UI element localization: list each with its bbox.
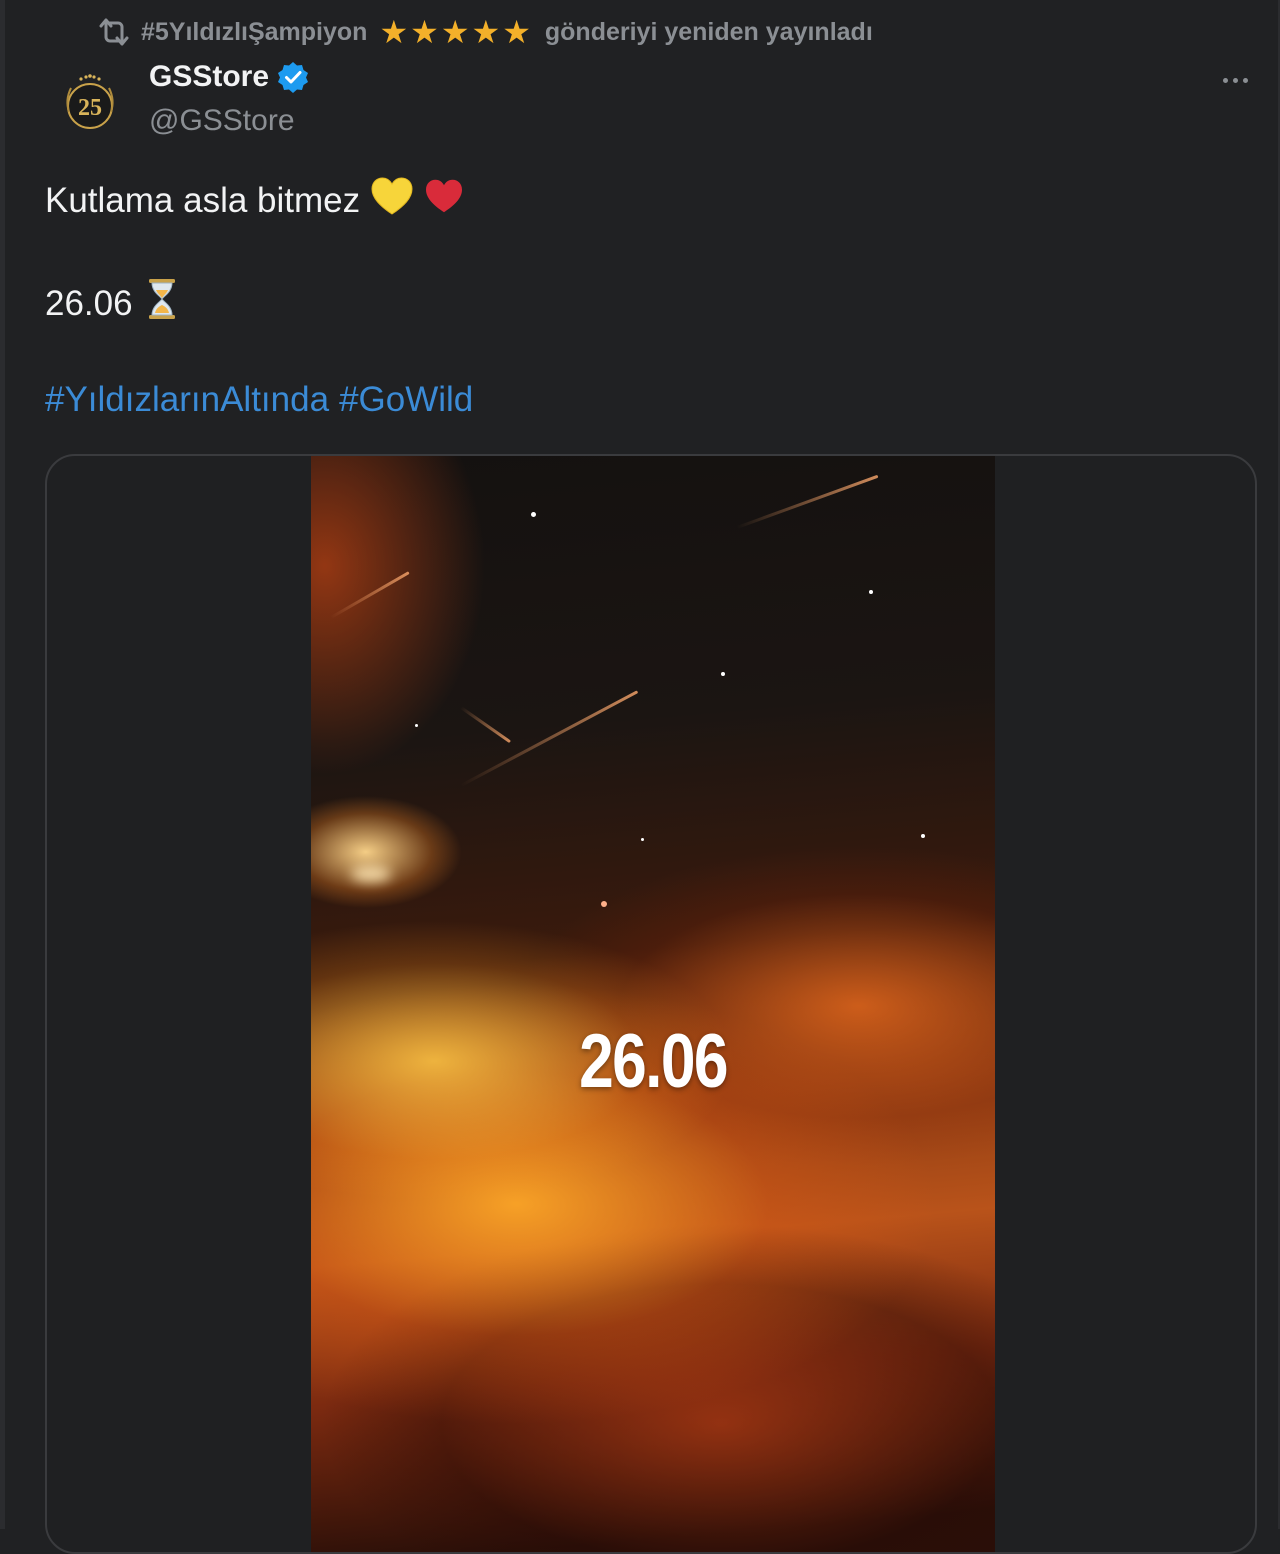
star-sparkle <box>415 724 418 727</box>
avatar-logo-text: 25 <box>78 95 102 121</box>
author-name-row[interactable]: GSStore <box>149 60 309 94</box>
video-player[interactable]: 26.06 <box>311 456 995 1552</box>
author-name[interactable]: GSStore <box>149 60 269 94</box>
meteor-streak <box>460 706 512 744</box>
star-sparkle <box>641 838 644 841</box>
meteor-streak <box>460 690 639 787</box>
hashtag-link[interactable]: #YıldızlarınAltında <box>45 380 329 420</box>
author-handle[interactable]: @GSStore <box>149 104 295 138</box>
tweet-date-text: 26.06 <box>45 283 133 323</box>
star-icon: ★ <box>471 13 501 51</box>
media-card[interactable]: 26.06 <box>45 454 1257 1554</box>
tweet-text-line-2: 26.06 <box>45 278 177 329</box>
star-icon: ★ <box>379 13 409 51</box>
star-sparkle <box>531 512 536 517</box>
retweet-label: gönderiyi yeniden yayınladı <box>544 17 873 46</box>
hashtag-link[interactable]: #GoWild <box>339 380 473 420</box>
star-sparkle <box>601 901 607 907</box>
red-heart-icon <box>424 178 464 223</box>
tweet-text: Kutlama asla bitmez <box>45 180 361 220</box>
meteor-streak <box>736 474 879 529</box>
star-sparkle <box>351 866 391 882</box>
meteor-streak <box>330 571 410 619</box>
star-icons: ★ ★ ★ ★ ★ <box>379 16 530 48</box>
hourglass-icon <box>147 278 177 329</box>
retweet-header[interactable]: #5YıldızlıŞampiyon ★ ★ ★ ★ ★ gönderiyi y… <box>97 14 873 50</box>
tweet-text-line-1: Kutlama asla bitmez <box>45 176 464 225</box>
yellow-heart-icon <box>370 176 414 225</box>
star-sparkle <box>869 590 873 594</box>
more-options-icon[interactable] <box>1213 66 1257 94</box>
star-sparkle <box>921 834 925 838</box>
retweeter-name[interactable]: #5YıldızlıŞampiyon <box>141 18 367 47</box>
retweet-icon <box>97 17 131 47</box>
verified-badge-icon <box>277 61 309 93</box>
star-icon: ★ <box>502 13 531 51</box>
star-icon: ★ <box>410 13 439 51</box>
star-icon: ★ <box>440 13 470 51</box>
hashtag-row: #YıldızlarınAltında #GoWild <box>45 380 473 420</box>
tweet-frame: #5YıldızlıŞampiyon ★ ★ ★ ★ ★ gönderiyi y… <box>0 0 1280 1554</box>
avatar[interactable]: 25 <box>59 70 121 136</box>
star-sparkle <box>721 672 725 676</box>
video-overlay-date: 26.06 <box>579 1019 728 1104</box>
